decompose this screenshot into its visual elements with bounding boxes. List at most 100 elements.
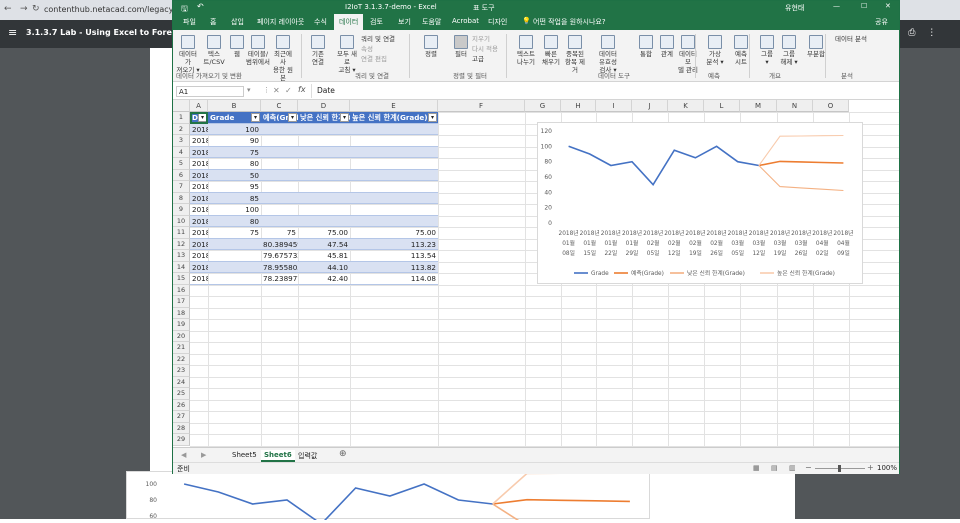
table-cell[interactable]: 75: [208, 227, 261, 239]
column-header-A[interactable]: A: [190, 100, 208, 112]
table-cell[interactable]: 113.54: [350, 250, 438, 262]
table-cell[interactable]: 2018년 02월 05일: [190, 170, 208, 182]
filter-dropdown-icon[interactable]: ▾: [288, 113, 297, 122]
table-cell[interactable]: [350, 158, 438, 170]
row-header[interactable]: 25: [173, 388, 190, 400]
filter-dropdown-icon[interactable]: ▾: [251, 113, 260, 122]
tab-10[interactable]: 디자인: [488, 17, 507, 27]
ribbon-button-7[interactable]: 정렬: [419, 35, 443, 58]
column-header-E[interactable]: E: [350, 100, 438, 112]
enter-icon[interactable]: ✓: [285, 86, 292, 95]
ribbon-small-2[interactable]: 연결 편집: [361, 55, 387, 63]
table-cell[interactable]: 2018년 01월 15일: [190, 135, 208, 147]
ribbon-button-3[interactable]: 테이블/ 범위에서: [246, 35, 270, 66]
table-cell[interactable]: 45.81: [298, 250, 350, 262]
table-cell[interactable]: [208, 262, 261, 274]
row-header[interactable]: 15: [173, 273, 190, 285]
ribbon-button-11[interactable]: 중복된 항목 제거: [563, 35, 587, 74]
table-cell[interactable]: [298, 193, 350, 205]
table-cell[interactable]: 75: [261, 227, 298, 239]
table-cell[interactable]: [298, 216, 350, 228]
column-header-J[interactable]: J: [632, 100, 668, 112]
table-cell[interactable]: 2018년 03월 05일: [190, 216, 208, 228]
table-cell[interactable]: 2018년 04월 09일: [190, 273, 208, 285]
row-header[interactable]: 4: [173, 147, 190, 159]
page-layout-icon[interactable]: ▤: [771, 464, 778, 472]
page-break-icon[interactable]: ▥: [789, 464, 796, 472]
ribbon-small-4[interactable]: 다시 적용: [472, 45, 498, 53]
table-cell[interactable]: 47.54: [298, 239, 350, 251]
row-header[interactable]: 23: [173, 365, 190, 377]
ribbon-small-1[interactable]: 속성: [361, 45, 373, 53]
table-cell[interactable]: 2018년 01월 22일: [190, 147, 208, 159]
name-box-dropdown-icon[interactable]: ▾: [247, 86, 251, 94]
table-cell[interactable]: 44.10: [298, 262, 350, 274]
normal-view-icon[interactable]: ▦: [753, 464, 760, 472]
table-cell[interactable]: 75.00: [298, 227, 350, 239]
table-cell[interactable]: 113.82: [350, 262, 438, 274]
ribbon-button-9[interactable]: 텍스트 나누기: [514, 35, 538, 66]
table-cell[interactable]: [261, 147, 298, 159]
tab-9[interactable]: Acrobat: [452, 17, 479, 25]
table-cell[interactable]: [208, 273, 261, 285]
ribbon-small-3[interactable]: 지우기: [472, 35, 490, 43]
row-header[interactable]: 18: [173, 308, 190, 320]
sheet-tab-2[interactable]: 입력값: [295, 450, 320, 462]
share-button[interactable]: 공유: [875, 17, 888, 27]
table-cell[interactable]: 79.67573237: [261, 250, 298, 262]
table-cell[interactable]: [350, 135, 438, 147]
table-cell[interactable]: 2018년 03월 12일: [190, 227, 208, 239]
tab-6[interactable]: 검토: [370, 17, 383, 27]
close-icon[interactable]: ✕: [885, 2, 891, 10]
row-header[interactable]: 12: [173, 239, 190, 251]
table-cell[interactable]: [298, 170, 350, 182]
filter-dropdown-icon[interactable]: ▾: [340, 113, 349, 122]
ribbon-button-4[interactable]: 최근에 사 용한 원본: [271, 35, 295, 82]
tab-4[interactable]: 수식: [314, 17, 327, 27]
table-cell[interactable]: [350, 193, 438, 205]
tab-5[interactable]: 데이터: [334, 14, 363, 30]
tab-8[interactable]: 도움말: [422, 17, 441, 27]
row-header[interactable]: 28: [173, 423, 190, 435]
table-cell[interactable]: [298, 158, 350, 170]
table-cell[interactable]: [208, 250, 261, 262]
row-header[interactable]: 13: [173, 250, 190, 262]
table-cell[interactable]: 2018년 03월 19일: [190, 239, 208, 251]
filter-dropdown-icon[interactable]: ▾: [428, 113, 437, 122]
zoom-slider-thumb[interactable]: [838, 465, 841, 472]
ribbon-button-18[interactable]: 그룹 ▾: [755, 35, 779, 66]
ribbon-button-16[interactable]: 가상 분석 ▾: [703, 35, 727, 66]
column-header-H[interactable]: H: [561, 100, 596, 112]
ribbon-button-8[interactable]: 필터: [449, 35, 473, 58]
row-header[interactable]: 10: [173, 216, 190, 228]
column-header-C[interactable]: C: [261, 100, 298, 112]
tab-7[interactable]: 보기: [398, 17, 411, 27]
tell-me-search[interactable]: 어떤 작업을 원하시나요?: [533, 17, 606, 27]
cancel-icon[interactable]: ✕: [273, 86, 280, 95]
table-cell[interactable]: 50: [208, 170, 261, 182]
row-header[interactable]: 29: [173, 434, 190, 446]
table-cell[interactable]: [261, 181, 298, 193]
ribbon-small-5[interactable]: 고급: [472, 55, 484, 63]
row-header[interactable]: 26: [173, 400, 190, 412]
user-name[interactable]: 유현태: [785, 3, 804, 13]
url-text[interactable]: contenthub.netacad.com/legacy/I2: [44, 3, 174, 17]
ribbon-button-12[interactable]: 데이터 유효성 검사 ▾: [596, 35, 620, 74]
column-header-F[interactable]: F: [438, 100, 525, 112]
table-cell[interactable]: [261, 216, 298, 228]
ribbon-button-5[interactable]: 기존 연결: [306, 35, 330, 66]
tab-1[interactable]: 홈: [210, 17, 216, 27]
tab-0[interactable]: 파일: [183, 17, 196, 27]
table-cell[interactable]: 100: [208, 204, 261, 216]
table-cell[interactable]: 2018년 02월 12일: [190, 181, 208, 193]
row-header[interactable]: 6: [173, 170, 190, 182]
table-cell[interactable]: [261, 124, 298, 136]
select-all-corner[interactable]: [173, 100, 190, 112]
table-cell[interactable]: 95: [208, 181, 261, 193]
table-cell[interactable]: 2018년 02월 26일: [190, 204, 208, 216]
table-cell[interactable]: 100: [208, 124, 261, 136]
table-cell[interactable]: 2018년 01월 29일: [190, 158, 208, 170]
sheet-nav-left-icon[interactable]: ◀: [181, 451, 186, 459]
minimize-icon[interactable]: —: [833, 2, 840, 10]
column-header-N[interactable]: N: [777, 100, 813, 112]
